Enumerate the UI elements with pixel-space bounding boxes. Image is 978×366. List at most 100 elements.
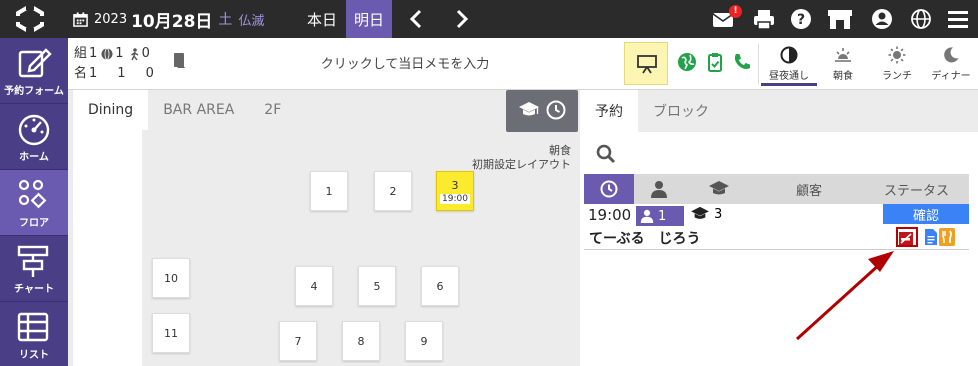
table-number: 3 (714, 206, 723, 222)
table-label: 5 (373, 279, 381, 293)
user-icon[interactable] (871, 8, 893, 30)
table-9[interactable]: 9 (405, 321, 443, 361)
table-label: 2 (389, 184, 397, 198)
tab-reservations[interactable]: 予約 (580, 90, 638, 132)
svg-text:?: ? (797, 12, 805, 28)
tomorrow-button[interactable]: 明日 (346, 0, 392, 38)
help-icon[interactable]: ? (790, 8, 812, 30)
print-icon[interactable] (753, 8, 775, 30)
table-3[interactable]: 3 19:00 (436, 171, 474, 211)
floor-tab-panel-edge (73, 130, 142, 366)
table-label: 7 (294, 334, 302, 348)
sort-time-button[interactable] (584, 174, 634, 204)
search-bar (584, 134, 969, 174)
date-year: 2023 (94, 11, 128, 27)
table-6[interactable]: 6 (421, 266, 459, 306)
people-count: 1 (89, 66, 98, 81)
sun-icon (888, 46, 906, 64)
table-label: 4 (310, 279, 318, 293)
layout-name: 朝食 初期設定レイアウト (472, 144, 571, 172)
mortarboard-icon (519, 102, 539, 116)
tab-bar-area[interactable]: BAR AREA (148, 90, 249, 130)
day-memo-input[interactable] (188, 42, 622, 86)
app-logo-icon[interactable] (15, 4, 45, 34)
clock-icon (600, 180, 618, 198)
table-11[interactable]: 11 (152, 313, 190, 353)
groups-count: 1 (89, 46, 98, 61)
status-badge[interactable]: 確認 (883, 204, 969, 224)
person-icon (651, 181, 667, 198)
sort-guests-button[interactable] (634, 174, 684, 204)
clock-icon (546, 100, 566, 120)
tab-dining[interactable]: Dining (73, 90, 149, 130)
chevron-right-icon[interactable] (449, 7, 473, 31)
table-5[interactable]: 5 (358, 266, 396, 306)
walkin-icon (130, 47, 138, 60)
search-input[interactable] (624, 142, 964, 166)
divider (758, 44, 759, 84)
sidebar-item-reservation-form[interactable]: 予約フォーム (0, 38, 68, 104)
mode-dinner[interactable]: ディナー (923, 42, 978, 86)
sunrise-icon (835, 48, 851, 62)
mortarboard-icon (691, 206, 709, 219)
table-reservation-time: 19:00 (440, 193, 470, 204)
sidebar-item-label: フロア (19, 218, 49, 229)
web-icon (101, 48, 113, 60)
sidebar-item-label: 予約フォーム (4, 86, 64, 97)
clipboard-check-icon[interactable] (705, 52, 725, 72)
guest-count: 1 (658, 208, 667, 224)
table-2[interactable]: 2 (374, 171, 412, 211)
notification-badge: ! (729, 5, 742, 18)
mode-label: ディナー (931, 71, 971, 82)
mode-lunch[interactable]: ランチ (869, 42, 925, 86)
layout-switch-button[interactable] (506, 90, 578, 132)
menu-icon[interactable] (947, 8, 969, 30)
today-button[interactable]: 本日 (298, 0, 346, 38)
groups-walkin-count: 0 (141, 46, 150, 61)
tab-blocks[interactable]: ブロック (638, 90, 724, 132)
table-4[interactable]: 4 (295, 266, 333, 306)
table-1[interactable]: 1 (310, 171, 348, 211)
header-status[interactable]: ステータス (864, 174, 969, 204)
fork-knife-icon[interactable] (939, 228, 955, 246)
memo-document-icon[interactable] (923, 228, 939, 246)
mortarboard-icon (709, 181, 729, 195)
gauge-icon (18, 114, 50, 146)
guest-counts: 組 1 1 0 名 1 1 0 (74, 44, 156, 84)
info-strip: 組 1 1 0 名 1 1 0 クリックして当日メモを入力 昼夜通し 朝食 ラン… (68, 38, 978, 90)
customer-name[interactable]: てーぶる じろう (589, 228, 700, 248)
person-icon (640, 209, 654, 223)
sort-table-button[interactable] (684, 174, 754, 204)
reservation-row[interactable]: 19:00 1 3 てーぶる じろう 確認 (584, 204, 969, 250)
tab-2f[interactable]: 2F (249, 90, 296, 130)
header-customer[interactable]: 顧客 (754, 174, 864, 204)
no-smoking-icon[interactable] (896, 227, 918, 247)
table-7[interactable]: 7 (279, 321, 317, 361)
table-label: 11 (164, 326, 178, 340)
sidebar-item-chart[interactable]: チャート (0, 236, 68, 302)
sidebar-item-home[interactable]: ホーム (0, 104, 68, 170)
reservation-guests: 1 (636, 206, 684, 226)
presentation-button[interactable] (624, 42, 668, 85)
mode-label: ランチ (882, 71, 912, 82)
sidebar-item-floor[interactable]: フロア (0, 170, 68, 236)
table-label: 10 (164, 271, 178, 285)
phone-icon[interactable] (732, 52, 752, 72)
table-8[interactable]: 8 (342, 321, 380, 361)
table-label: 1 (325, 184, 333, 198)
edit-icon (18, 48, 52, 78)
table-10[interactable]: 10 (152, 258, 190, 298)
sidebar-item-list[interactable]: リスト (0, 302, 68, 366)
shop-icon[interactable] (827, 8, 853, 30)
presentation-icon (637, 55, 657, 74)
floor-tabs: Dining BAR AREA 2F (73, 90, 296, 130)
mode-label: 朝食 (833, 71, 853, 82)
globe-icon[interactable] (910, 8, 932, 30)
groups-web-count: 1 (115, 46, 124, 61)
date-selector[interactable]: 2023 10月28日 土 仏滅 (73, 0, 264, 38)
globe-green-icon[interactable] (677, 52, 697, 72)
chevron-left-icon[interactable] (405, 7, 429, 31)
half-circle-icon (780, 46, 798, 64)
mode-all-day[interactable]: 昼夜通し (761, 42, 817, 86)
mode-breakfast[interactable]: 朝食 (815, 42, 871, 86)
